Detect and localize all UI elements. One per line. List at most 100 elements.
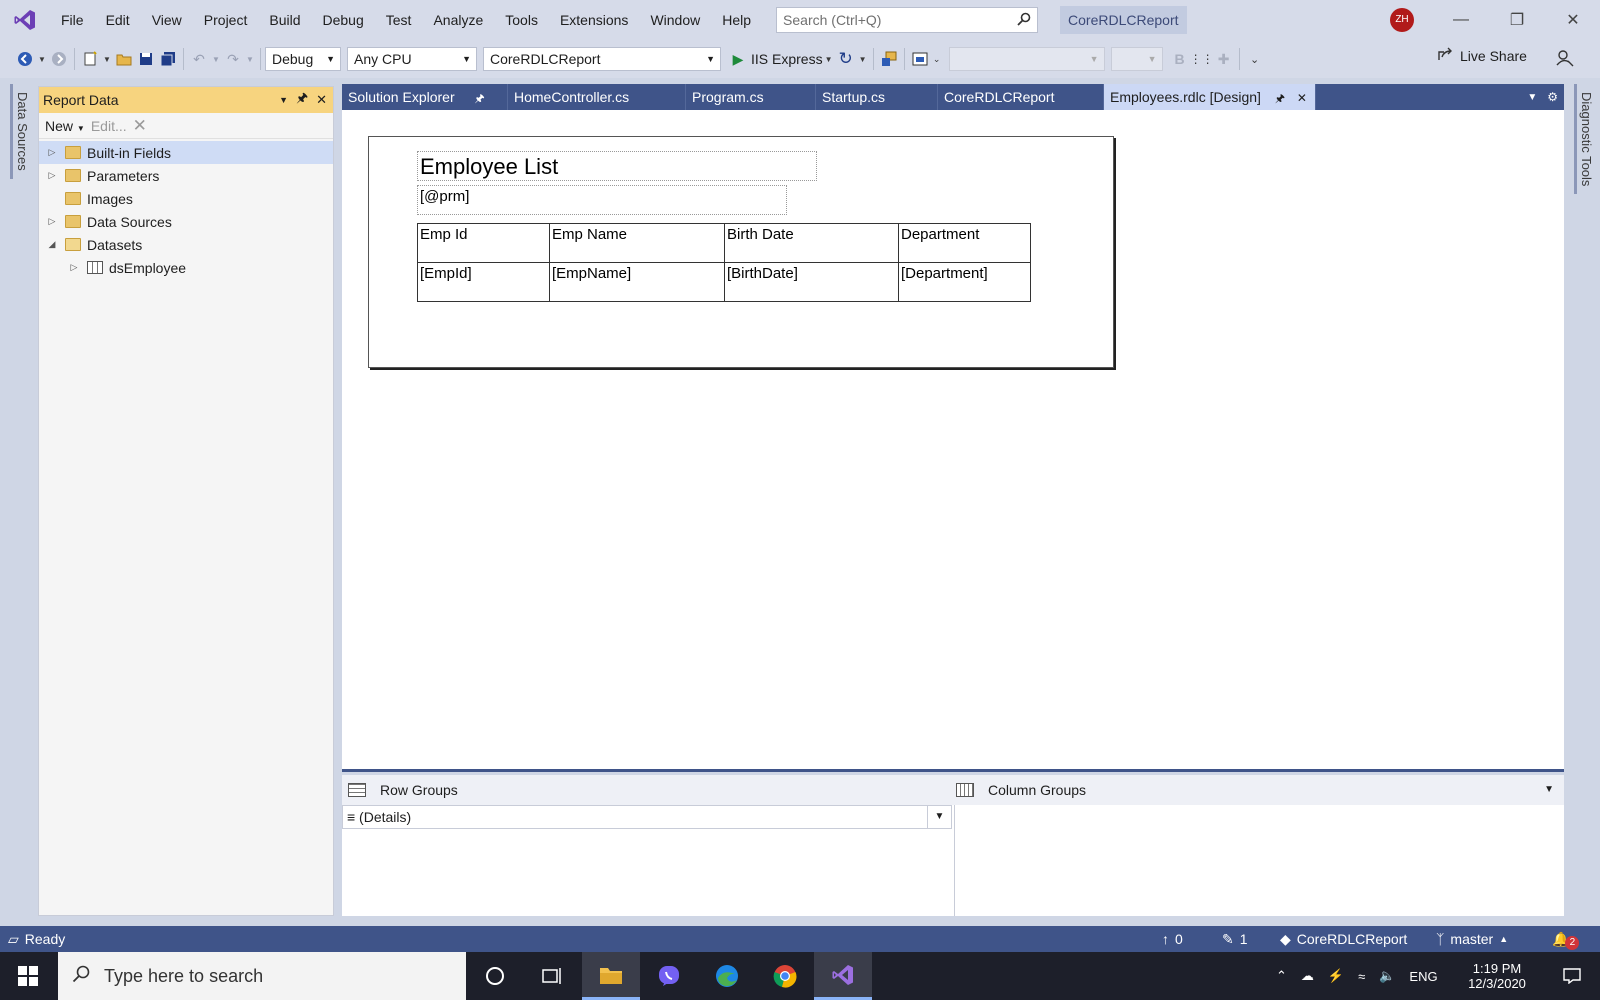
tab-corerdlcreport[interactable]: CoreRDLCReport: [938, 84, 1104, 110]
visual-studio-logo-icon[interactable]: [0, 0, 50, 40]
menu-edit[interactable]: Edit: [95, 0, 141, 40]
tree-item-parameters[interactable]: ▷ Parameters: [39, 164, 333, 187]
pending-changes[interactable]: ✎ 1: [1222, 926, 1248, 952]
menu-file[interactable]: File: [50, 0, 95, 40]
undo-dropdown-icon[interactable]: ▼: [210, 47, 222, 71]
save-icon[interactable]: [135, 47, 157, 71]
repository-selector[interactable]: ◆ CoreRDLCReport: [1280, 926, 1407, 952]
tab-startup[interactable]: Startup.cs: [816, 84, 938, 110]
table-header-cell[interactable]: Birth Date: [724, 223, 899, 263]
tab-solution-explorer[interactable]: Solution Explorer 🖈: [342, 84, 508, 110]
panel-menu-icon[interactable]: ▼: [279, 95, 288, 105]
menu-debug[interactable]: Debug: [312, 0, 375, 40]
new-item-dropdown-icon[interactable]: ▼: [101, 47, 113, 71]
minimize-icon[interactable]: —: [1434, 0, 1488, 40]
chevron-up-icon[interactable]: ⌃: [1276, 968, 1287, 984]
redo-icon[interactable]: ↷: [222, 47, 244, 71]
close-tab-icon[interactable]: ✕: [1297, 91, 1307, 105]
power-icon[interactable]: ⚡: [1328, 968, 1344, 984]
user-avatar[interactable]: ZH: [1390, 8, 1414, 32]
visual-studio-taskbar-icon[interactable]: [814, 952, 872, 1000]
volume-icon[interactable]: 🔈: [1379, 968, 1395, 984]
grouping-menu-dropdown-icon[interactable]: ▼: [1544, 775, 1554, 805]
align-options-icon[interactable]: ⋮⋮: [1190, 47, 1214, 71]
redo-dropdown-icon[interactable]: ▼: [244, 47, 256, 71]
tree-item-datasets[interactable]: ◢ Datasets: [39, 233, 333, 256]
table-field-cell[interactable]: [EmpName]: [549, 262, 725, 302]
tree-item-images[interactable]: Images: [39, 187, 333, 210]
tree-item-built-in-fields[interactable]: ▷ Built-in Fields: [39, 141, 333, 164]
pin-icon[interactable]: 🖈: [296, 89, 308, 111]
table-header-cell[interactable]: Emp Name: [549, 223, 725, 263]
startup-project-dropdown[interactable]: CoreRDLCReport ▼: [483, 47, 721, 71]
save-all-icon[interactable]: [157, 47, 179, 71]
menu-view[interactable]: View: [141, 0, 193, 40]
tab-list-dropdown-icon[interactable]: ▼: [1527, 92, 1537, 103]
tree-item-data-sources[interactable]: ▷ Data Sources: [39, 210, 333, 233]
chevron-down-icon[interactable]: ▼: [927, 806, 951, 828]
refresh-icon[interactable]: ↻: [835, 47, 857, 71]
new-button[interactable]: New ▼: [45, 118, 85, 134]
bold-button[interactable]: B: [1169, 47, 1191, 71]
table-header-cell[interactable]: Emp Id: [417, 223, 550, 263]
font-size-dropdown[interactable]: ▼: [1110, 47, 1163, 71]
toolbar-overflow-icon[interactable]: ⌄: [1244, 47, 1266, 71]
run-target-button[interactable]: IIS Express: [751, 51, 823, 67]
table-field-cell[interactable]: [EmpId]: [417, 262, 550, 302]
overflow-dropdown-icon[interactable]: ⌄: [931, 47, 943, 71]
configuration-dropdown[interactable]: Debug ▼: [265, 47, 341, 71]
gear-icon[interactable]: ⚙: [1547, 90, 1558, 104]
table-field-cell[interactable]: [Department]: [898, 262, 1031, 302]
file-explorer-icon[interactable]: [582, 952, 640, 1000]
search-input[interactable]: Search (Ctrl+Q): [776, 7, 1039, 33]
report-body[interactable]: Employee List [@prm] Emp Id Emp Name Bir…: [368, 136, 1114, 368]
expand-arrow-icon[interactable]: ▷: [45, 170, 59, 181]
windows-start-icon[interactable]: [0, 952, 56, 1000]
run-target-dropdown-icon[interactable]: ▼: [823, 47, 835, 71]
live-share-button[interactable]: Live Share: [1438, 47, 1527, 64]
tab-program[interactable]: Program.cs: [686, 84, 816, 110]
platform-dropdown[interactable]: Any CPU ▼: [347, 47, 477, 71]
new-item-icon[interactable]: [79, 47, 101, 71]
undo-icon[interactable]: ↶: [188, 47, 210, 71]
wifi-icon[interactable]: ≈: [1358, 969, 1365, 984]
close-panel-icon[interactable]: ✕: [316, 92, 327, 108]
pin-icon[interactable]: 🖈: [1275, 93, 1285, 105]
edge-browser-icon[interactable]: [698, 952, 756, 1000]
notifications-button[interactable]: 🔔 2: [1552, 926, 1580, 952]
delete-icon[interactable]: ✕: [133, 116, 147, 136]
report-design-surface[interactable]: Employee List [@prm] Emp Id Emp Name Bir…: [342, 110, 1564, 772]
unpushed-commits[interactable]: ↑ 0: [1162, 926, 1183, 952]
expand-arrow-icon[interactable]: ▷: [67, 262, 81, 273]
add-icon[interactable]: ✚: [1213, 47, 1235, 71]
refresh-dropdown-icon[interactable]: ▼: [857, 47, 869, 71]
menu-extensions[interactable]: Extensions: [549, 0, 639, 40]
details-group-row[interactable]: ≡ (Details) ▼: [342, 805, 952, 829]
diagnostic-tools-tab[interactable]: Diagnostic Tools: [1574, 84, 1594, 195]
data-sources-tab[interactable]: Data Sources: [10, 84, 30, 179]
menu-help[interactable]: Help: [711, 0, 762, 40]
report-parameter-textbox[interactable]: [@prm]: [417, 185, 787, 215]
employee-tablix[interactable]: Emp Id Emp Name Birth Date Department [E…: [417, 223, 1031, 302]
browser-link-icon[interactable]: [878, 47, 900, 71]
report-preview-icon[interactable]: [909, 47, 931, 71]
menu-tools[interactable]: Tools: [494, 0, 549, 40]
menu-build[interactable]: Build: [258, 0, 311, 40]
language-indicator[interactable]: ENG: [1409, 969, 1437, 984]
clock[interactable]: 1:19 PM 12/3/2020: [1462, 952, 1532, 1000]
close-window-icon[interactable]: ✕: [1546, 0, 1600, 40]
expand-arrow-icon[interactable]: ▷: [45, 147, 59, 158]
font-name-dropdown[interactable]: ▼: [948, 47, 1105, 71]
tab-employees-rdlc-design[interactable]: Employees.rdlc [Design] 🖈 ✕: [1104, 84, 1316, 110]
tree-item-dsemployee[interactable]: ▷ dsEmployee: [39, 256, 333, 279]
cortana-icon[interactable]: [466, 952, 524, 1000]
table-field-cell[interactable]: [BirthDate]: [724, 262, 899, 302]
menu-project[interactable]: Project: [193, 0, 259, 40]
onedrive-icon[interactable]: ☁: [1301, 968, 1314, 984]
feedback-icon[interactable]: [1556, 49, 1574, 70]
restore-icon[interactable]: ❐: [1490, 0, 1544, 40]
forward-icon[interactable]: [48, 47, 70, 71]
back-dropdown-icon[interactable]: ▼: [36, 47, 48, 71]
open-folder-icon[interactable]: [113, 47, 135, 71]
tab-homecontroller[interactable]: HomeController.cs: [508, 84, 686, 110]
